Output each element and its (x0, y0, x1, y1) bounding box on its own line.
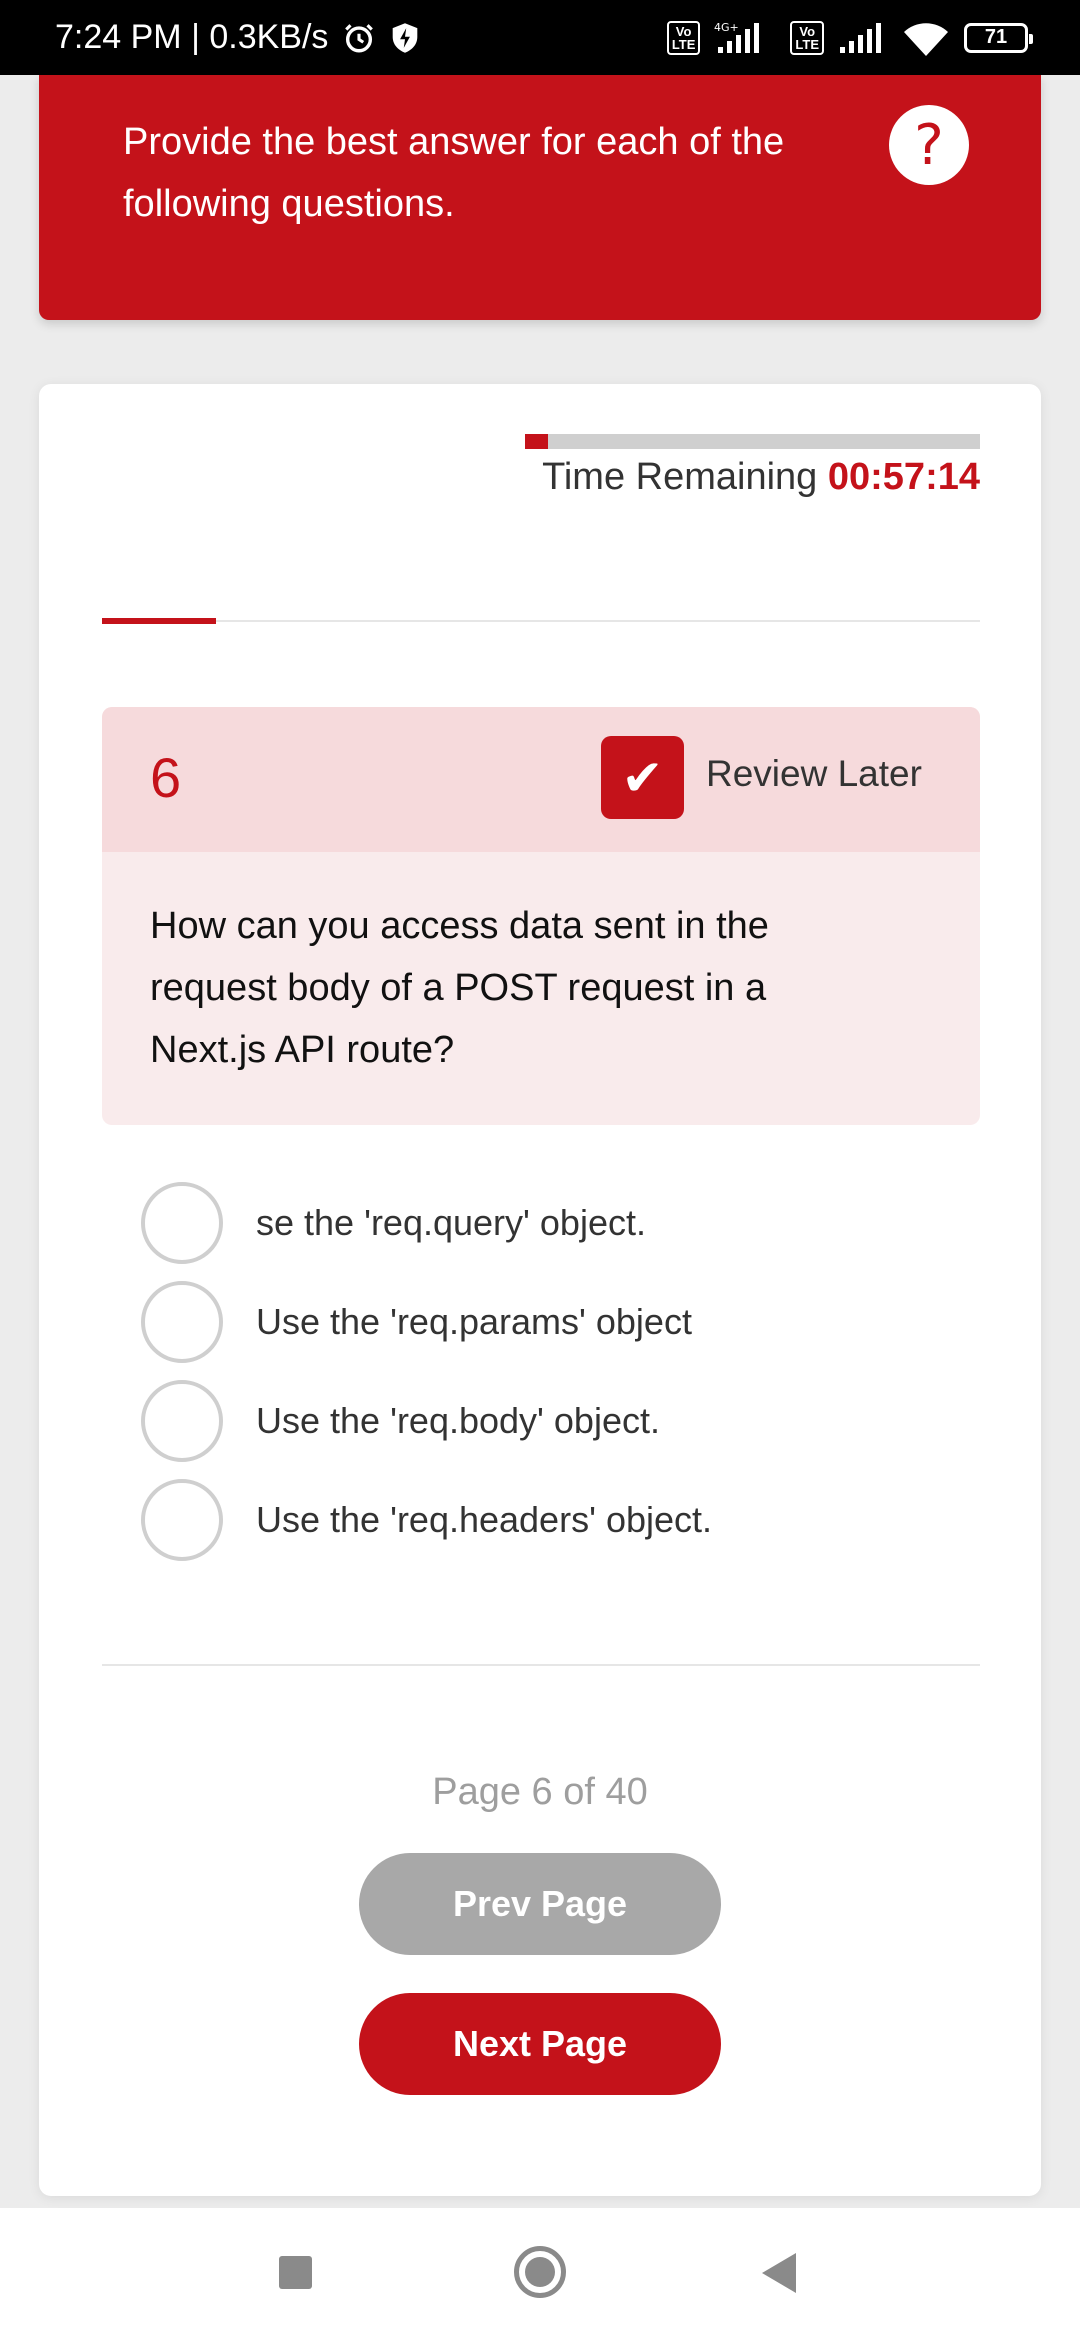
question-number: 6 (150, 746, 182, 809)
time-remaining-value: 00:57:14 (827, 456, 980, 498)
instruction-banner: Provide the best answer for each of the … (39, 75, 1041, 320)
home-icon[interactable] (514, 2246, 566, 2298)
status-right: Vo LTE 4G+ Vo LTE 71 (666, 20, 1033, 56)
battery-level: 71 (984, 26, 1008, 48)
section-divider (102, 620, 980, 622)
question-text: How can you access data sent in the requ… (150, 905, 769, 1071)
radio-button[interactable] (141, 1281, 223, 1363)
page-indicator: Page 6 of 40 (432, 1771, 648, 1813)
answer-option-2[interactable]: Use the 'req.params' object (141, 1280, 901, 1364)
answer-option-label[interactable]: Use the 'req.body' object. (256, 1400, 660, 1442)
status-left: 7:24 PM | 0.3KB/s (55, 18, 420, 57)
radio-button[interactable] (141, 1182, 223, 1264)
next-page-button[interactable]: Next Page (359, 1993, 721, 2095)
signal-icon: 4G+ (714, 21, 776, 55)
alarm-icon (342, 21, 376, 55)
timer-progress-fill (525, 434, 548, 449)
signal-icon-2 (838, 21, 888, 55)
radio-button[interactable] (141, 1380, 223, 1462)
help-icon[interactable]: ? (889, 105, 969, 185)
options-divider (102, 1664, 980, 1666)
answer-option-3[interactable]: Use the 'req.body' object. (141, 1379, 901, 1463)
status-bar: 7:24 PM | 0.3KB/s Vo LTE 4G+ Vo LTE 71 (0, 0, 1080, 75)
time-remaining-label: Time Remaining (542, 456, 828, 498)
radio-button[interactable] (141, 1479, 223, 1561)
checkmark-icon: ✔ (621, 748, 664, 807)
time-remaining: Time Remaining 00:57:14 (542, 456, 980, 499)
wifi-icon (902, 20, 950, 56)
answer-option-label[interactable]: Use the 'req.headers' object. (256, 1499, 712, 1541)
status-time: 7:24 PM | 0.3KB/s (55, 18, 329, 56)
prev-page-button[interactable]: Prev Page (359, 1853, 721, 1955)
timer-progress-bar (525, 434, 980, 449)
volte-icon-2: Vo LTE (790, 20, 824, 55)
quiz-card: Time Remaining 00:57:14 6 ✔ Review Later… (39, 384, 1041, 2196)
instruction-text: Provide the best answer for each of the … (123, 121, 785, 225)
answer-option-1[interactable]: se the 'req.query' object. (141, 1181, 901, 1265)
answer-option-label[interactable]: Use the 'req.params' object (256, 1301, 692, 1343)
question-box: 6 ✔ Review Later How can you access data… (102, 707, 980, 1125)
back-icon[interactable] (762, 2253, 796, 2293)
answer-option-label[interactable]: se the 'req.query' object. (256, 1202, 646, 1244)
recent-apps-icon[interactable] (279, 2256, 312, 2289)
answer-option-4[interactable]: Use the 'req.headers' object. (141, 1478, 901, 1562)
question-header: 6 ✔ Review Later (102, 707, 980, 852)
battery-icon: 71 (964, 22, 1033, 53)
active-section-indicator (102, 618, 216, 624)
system-nav-bar (0, 2208, 1080, 2340)
shield-bolt-icon (390, 22, 420, 54)
review-later-label[interactable]: Review Later (706, 753, 922, 795)
volte-icon: Vo LTE (666, 20, 701, 55)
network-type-label: 4G+ (714, 21, 739, 34)
review-later-checkbox[interactable]: ✔ (601, 736, 684, 819)
